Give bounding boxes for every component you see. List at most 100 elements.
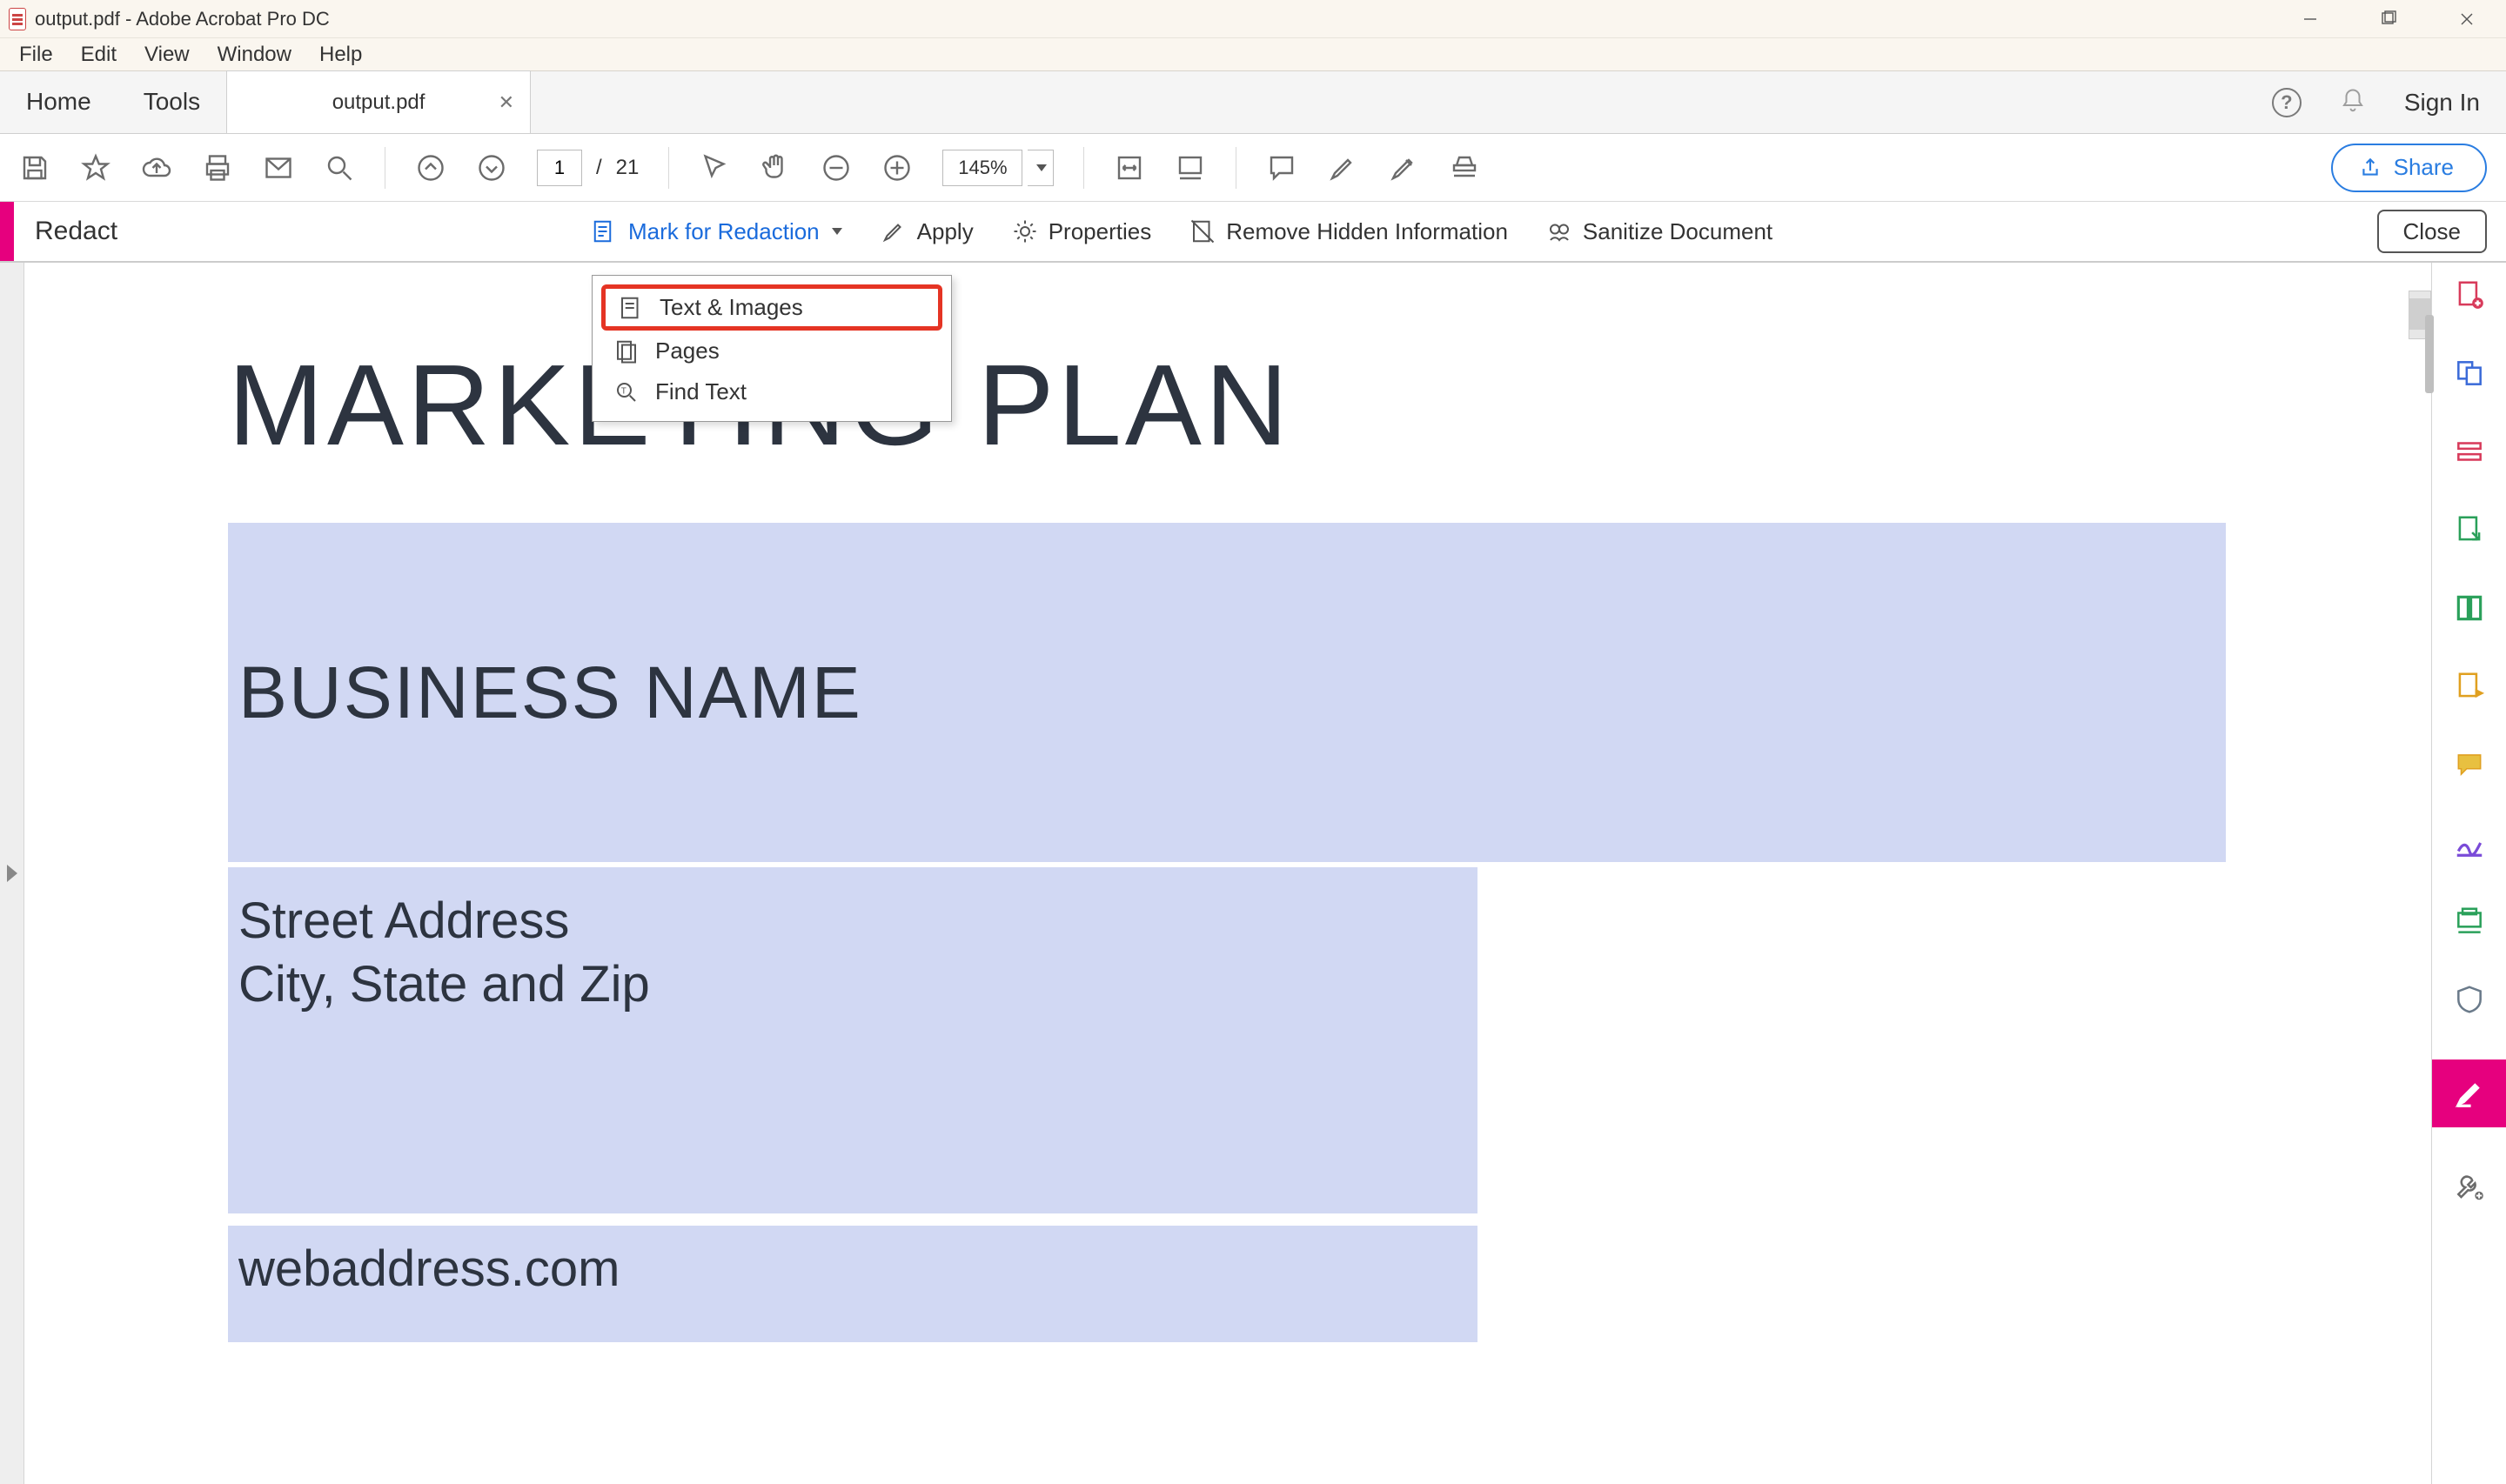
page-down-icon[interactable] <box>476 152 507 184</box>
tab-tools[interactable]: Tools <box>117 70 226 133</box>
comment-icon[interactable] <box>1266 152 1297 184</box>
zoom-dropdown-icon[interactable] <box>1028 150 1054 186</box>
mark-for-redaction-button[interactable]: Mark for Redaction <box>592 218 842 245</box>
save-icon[interactable] <box>19 152 50 184</box>
apply-button[interactable]: Apply <box>881 218 974 245</box>
send-for-comments-icon[interactable] <box>2451 668 2488 705</box>
create-pdf-icon[interactable] <box>2451 277 2488 313</box>
minimize-button[interactable] <box>2271 0 2349 38</box>
combine-files-icon[interactable] <box>2451 355 2488 391</box>
remove-hidden-button[interactable]: Remove Hidden Information <box>1189 218 1508 245</box>
hand-tool-icon[interactable] <box>760 152 791 184</box>
right-tool-rail <box>2431 263 2506 1484</box>
tab-strip: Home Tools output.pdf ✕ ? Sign In <box>0 71 2506 134</box>
find-text-icon: T <box>613 379 640 405</box>
svg-text:T: T <box>621 386 626 396</box>
web-block: webaddress.com <box>228 1226 1477 1342</box>
edit-pdf-icon[interactable] <box>2451 433 2488 470</box>
organize-pages-icon[interactable] <box>2451 590 2488 626</box>
cloud-upload-icon[interactable] <box>141 152 172 184</box>
stamp-icon[interactable] <box>1449 152 1480 184</box>
maximize-button[interactable] <box>2349 0 2428 38</box>
redact-label: Redact <box>35 217 117 246</box>
fill-sign-icon[interactable] <box>2451 825 2488 861</box>
close-redact-button[interactable]: Close <box>2377 210 2487 253</box>
email-icon[interactable] <box>263 152 294 184</box>
menu-edit[interactable]: Edit <box>67 38 131 70</box>
page-sep: / <box>596 156 602 180</box>
properties-icon <box>1012 218 1038 244</box>
redact-toolbar: Redact Mark for Redaction Apply Properti… <box>0 202 2506 263</box>
dropdown-find-text[interactable]: T Find Text <box>593 371 951 412</box>
star-icon[interactable] <box>80 152 111 184</box>
menu-bar: File Edit View Window Help <box>0 38 2506 71</box>
pdf-page[interactable]: MARKETING PLAN BUSINESS NAME Street Addr… <box>24 287 2379 1342</box>
fit-page-icon[interactable] <box>1175 152 1206 184</box>
dropdown-pages[interactable]: Pages <box>593 331 951 371</box>
share-button[interactable]: Share <box>2331 144 2487 192</box>
remove-hidden-label: Remove Hidden Information <box>1226 218 1508 245</box>
page-current-input[interactable] <box>537 150 582 186</box>
mark-redaction-dropdown: Text & Images Pages T Find Text <box>592 275 952 422</box>
window-title: output.pdf - Adobe Acrobat Pro DC <box>35 8 330 30</box>
share-icon <box>2359 157 2382 179</box>
tabstrip-right: ? Sign In <box>2272 71 2480 134</box>
menu-help[interactable]: Help <box>305 38 376 70</box>
menu-window[interactable]: Window <box>204 38 305 70</box>
redact-accent <box>0 202 14 261</box>
chevron-right-icon <box>7 865 17 882</box>
page-total: 21 <box>616 156 640 180</box>
tab-document[interactable]: output.pdf ✕ <box>226 70 531 133</box>
address-line-1: Street Address <box>238 890 1477 953</box>
pages-icon <box>613 338 640 364</box>
chevron-down-icon <box>832 228 842 235</box>
close-tab-icon[interactable]: ✕ <box>499 91 514 114</box>
main-toolbar: / 21 145% Share <box>0 134 2506 202</box>
menu-file[interactable]: File <box>5 38 67 70</box>
left-panel-toggle[interactable] <box>0 263 24 1484</box>
zoom-in-icon[interactable] <box>881 152 913 184</box>
draw-icon[interactable] <box>1388 152 1419 184</box>
address-block: Street Address City, State and Zip <box>228 867 1477 1213</box>
share-label: Share <box>2394 154 2454 181</box>
print-icon[interactable] <box>202 152 233 184</box>
dropdown-text-images[interactable]: Text & Images <box>601 284 942 331</box>
properties-button[interactable]: Properties <box>1012 218 1152 245</box>
fit-width-icon[interactable] <box>1114 152 1145 184</box>
page-indicator: / 21 <box>537 150 639 186</box>
search-icon[interactable] <box>324 152 355 184</box>
sanitize-button[interactable]: Sanitize Document <box>1546 218 1772 245</box>
sanitize-icon <box>1546 218 1572 244</box>
pdf-file-icon <box>9 8 26 30</box>
scan-ocr-icon[interactable] <box>2451 903 2488 939</box>
doc-title: MARKETING PLAN <box>228 339 2379 471</box>
close-window-button[interactable] <box>2428 0 2506 38</box>
highlight-icon[interactable] <box>1327 152 1358 184</box>
dropdown-pages-label: Pages <box>655 338 720 364</box>
business-name-block: BUSINESS NAME <box>228 523 2226 862</box>
zoom-out-icon[interactable] <box>821 152 852 184</box>
sign-in-link[interactable]: Sign In <box>2404 89 2480 117</box>
panel-handle[interactable] <box>2425 315 2434 393</box>
comment-tool-icon[interactable] <box>2451 746 2488 783</box>
sanitize-label: Sanitize Document <box>1583 218 1772 245</box>
remove-hidden-icon <box>1189 218 1216 244</box>
mark-redaction-icon <box>592 218 618 244</box>
selection-tool-icon[interactable] <box>699 152 730 184</box>
notifications-icon[interactable] <box>2340 88 2366 118</box>
tab-document-label: output.pdf <box>332 90 425 115</box>
more-tools-icon[interactable] <box>2451 1169 2488 1206</box>
menu-view[interactable]: View <box>131 38 204 70</box>
apply-icon <box>881 218 907 244</box>
apply-label: Apply <box>917 218 974 245</box>
properties-label: Properties <box>1049 218 1152 245</box>
zoom-value: 145% <box>942 150 1022 186</box>
dropdown-find-text-label: Find Text <box>655 378 747 405</box>
redact-tool-icon[interactable] <box>2432 1060 2506 1127</box>
tab-home[interactable]: Home <box>0 70 117 133</box>
protect-icon[interactable] <box>2451 981 2488 1018</box>
page-up-icon[interactable] <box>415 152 446 184</box>
export-pdf-icon[interactable] <box>2451 511 2488 548</box>
help-icon[interactable]: ? <box>2272 88 2302 117</box>
zoom-select[interactable]: 145% <box>942 150 1054 186</box>
